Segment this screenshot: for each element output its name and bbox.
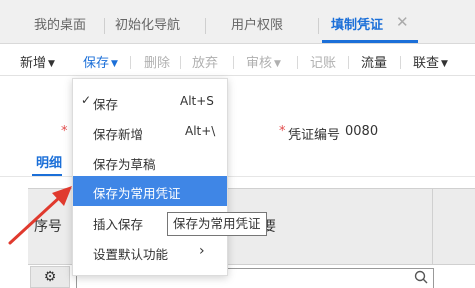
menu-item-save-draft[interactable]: 保存为草稿 <box>73 147 227 177</box>
chevron-down-icon: ▼ <box>274 59 281 69</box>
toolbar: 新增 ▼ 保存 ▼ 删除 放弃 审核 ▼ 记账 流量 联查 ▼ <box>0 44 475 76</box>
query-label: 联查 <box>413 56 440 71</box>
add-label: 新增 <box>20 56 47 71</box>
required-mark: * <box>279 124 286 139</box>
post-button[interactable]: 记账 <box>310 52 336 71</box>
tab-init-nav[interactable]: 初始化导航 <box>115 14 180 42</box>
menu-item-shortcut: Alt+\ <box>185 124 216 138</box>
menu-item-save[interactable]: ✓ 保存 Alt+S <box>73 87 227 117</box>
toolbar-divider <box>297 56 298 69</box>
column-header-seq: 序号 <box>34 219 62 235</box>
menu-item-label: 插入保存 <box>93 217 144 232</box>
delete-button[interactable]: 删除 <box>144 52 170 71</box>
toolbar-divider <box>180 56 181 69</box>
menu-item-label: 设置默认功能 <box>93 247 169 262</box>
close-icon[interactable]: ✕ <box>396 13 409 31</box>
abandon-button[interactable]: 放弃 <box>192 52 218 71</box>
tab-detail[interactable]: 明细 <box>36 152 62 171</box>
save-label: 保存 <box>83 56 110 71</box>
voucher-number-label: 凭证编号 <box>288 128 341 143</box>
tab-user-permissions[interactable]: 用户权限 <box>231 14 283 42</box>
toolbar-divider <box>130 56 131 69</box>
menu-item-label: 保存新增 <box>93 127 144 142</box>
add-button[interactable]: 新增 ▼ <box>20 52 55 71</box>
menu-item-label: 保存为草稿 <box>93 157 156 172</box>
tab-divider <box>104 18 105 34</box>
tab-divider <box>205 18 206 34</box>
tab-bar: 我的桌面 初始化导航 用户权限 填制凭证 ✕ <box>0 0 475 44</box>
menu-item-save-new[interactable]: 保存新增 Alt+\ <box>73 117 227 147</box>
search-icon[interactable] <box>414 270 428 284</box>
menu-item-label: 保存 <box>93 97 119 112</box>
tab-my-desktop[interactable]: 我的桌面 <box>34 14 86 42</box>
tooltip: 保存为常用凭证 <box>167 212 267 236</box>
save-button[interactable]: 保存 ▼ <box>83 52 118 71</box>
gear-icon[interactable]: ⚙ <box>30 266 70 288</box>
chevron-down-icon: ▼ <box>441 59 448 69</box>
check-icon: ✓ <box>81 93 92 107</box>
menu-item-shortcut: Alt+S <box>180 94 214 108</box>
audit-label: 审核 <box>246 56 273 71</box>
query-button[interactable]: 联查 ▼ <box>413 52 448 71</box>
tab-divider <box>318 18 319 34</box>
chevron-down-icon: ▼ <box>111 59 118 69</box>
required-mark: * <box>61 124 68 139</box>
toolbar-divider <box>400 56 401 69</box>
active-tab-indicator <box>322 40 418 43</box>
chevron-down-icon: ▼ <box>48 59 55 69</box>
menu-item-save-common-voucher[interactable]: 保存为常用凭证 <box>73 176 227 206</box>
save-dropdown-menu: ✓ 保存 Alt+S 保存新增 Alt+\ 保存为草稿 保存为常用凭证 插入保存… <box>72 78 228 276</box>
voucher-number-value[interactable]: 0080 <box>345 124 378 139</box>
menu-item-label: 保存为常用凭证 <box>93 186 181 201</box>
chevron-right-icon: › <box>199 243 205 259</box>
tab-fill-voucher[interactable]: 填制凭证 <box>331 14 383 42</box>
flow-button[interactable]: 流量 <box>361 52 387 71</box>
toolbar-divider <box>348 56 349 69</box>
menu-item-set-default[interactable]: 设置默认功能 › <box>73 237 227 267</box>
audit-button[interactable]: 审核 ▼ <box>246 52 281 71</box>
toolbar-divider <box>233 56 234 69</box>
